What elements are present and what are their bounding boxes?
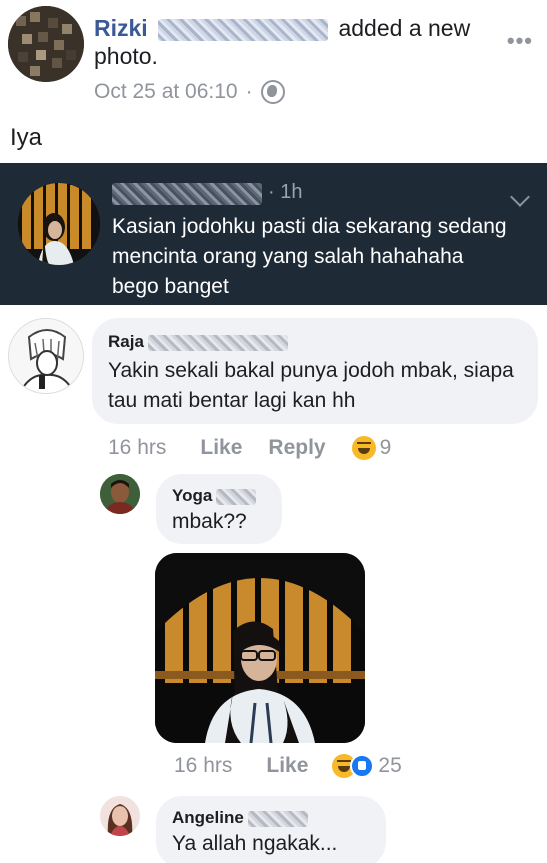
- haha-reaction-icon[interactable]: [351, 436, 376, 460]
- comment-time: 16 hrs: [174, 754, 233, 777]
- commenter-name[interactable]: Angeline: [172, 808, 244, 827]
- comment-bubble[interactable]: Yoga mbak??: [156, 474, 282, 544]
- redacted-name: [247, 810, 308, 827]
- post-timestamp[interactable]: Oct 25 at 06:10: [94, 80, 238, 104]
- redacted-name: [147, 334, 288, 351]
- redacted-name: [112, 183, 262, 205]
- comment-actions: 16 hrs Like 25: [174, 754, 402, 778]
- reaction-count[interactable]: 25: [378, 754, 401, 778]
- commenter-avatar[interactable]: [8, 318, 84, 394]
- comment-author: Angeline: [172, 808, 308, 828]
- post-author-name[interactable]: Rizki: [94, 15, 148, 41]
- shared-post-time: · 1h: [268, 181, 303, 203]
- post-author-avatar[interactable]: [8, 6, 84, 82]
- comment-text: mbak??: [172, 510, 247, 533]
- comment-author: Yoga: [172, 486, 257, 506]
- commenter-avatar[interactable]: [100, 474, 140, 514]
- comment-author: Raja: [108, 332, 288, 352]
- post-body-text: Iya: [10, 124, 43, 151]
- commenter-name[interactable]: Raja: [108, 332, 144, 351]
- comment-time: 16 hrs: [108, 436, 167, 459]
- shared-post-text: Kasian jodohku pasti dia sekarang sedang…: [112, 215, 507, 298]
- like-reaction-icon[interactable]: [350, 754, 375, 778]
- more-options-icon[interactable]: •••: [507, 28, 533, 54]
- globe-icon: [260, 80, 285, 104]
- reply-button[interactable]: Reply: [268, 436, 325, 460]
- post-header: Rizki added a new photo. Oct 25 at 06:10…: [0, 0, 547, 112]
- meta-separator: ·: [245, 80, 253, 103]
- reaction-count[interactable]: 9: [380, 436, 392, 460]
- redacted-name: [158, 18, 329, 41]
- like-button[interactable]: Like: [200, 436, 242, 460]
- redacted-name: [216, 488, 257, 505]
- comment-bubble[interactable]: Angeline Ya allah ngakak...: [156, 796, 386, 863]
- like-button[interactable]: Like: [266, 754, 308, 778]
- shared-post-avatar: [18, 183, 100, 265]
- comment-text: Yakin sekali bakal punya jodoh mbak, sia…: [108, 359, 514, 412]
- commenter-name[interactable]: Yoga: [172, 486, 212, 505]
- commenter-avatar[interactable]: [100, 796, 140, 836]
- comment-bubble[interactable]: Raja Yakin sekali bakal punya jodoh mbak…: [92, 318, 538, 424]
- comment-text: Ya allah ngakak...: [172, 832, 338, 855]
- comment-actions: 16 hrs Like Reply 9: [108, 436, 391, 460]
- comment-photo[interactable]: [155, 553, 365, 743]
- post-author-line: Rizki added a new photo.: [94, 14, 474, 70]
- post-meta: Oct 25 at 06:10 ·: [94, 80, 285, 104]
